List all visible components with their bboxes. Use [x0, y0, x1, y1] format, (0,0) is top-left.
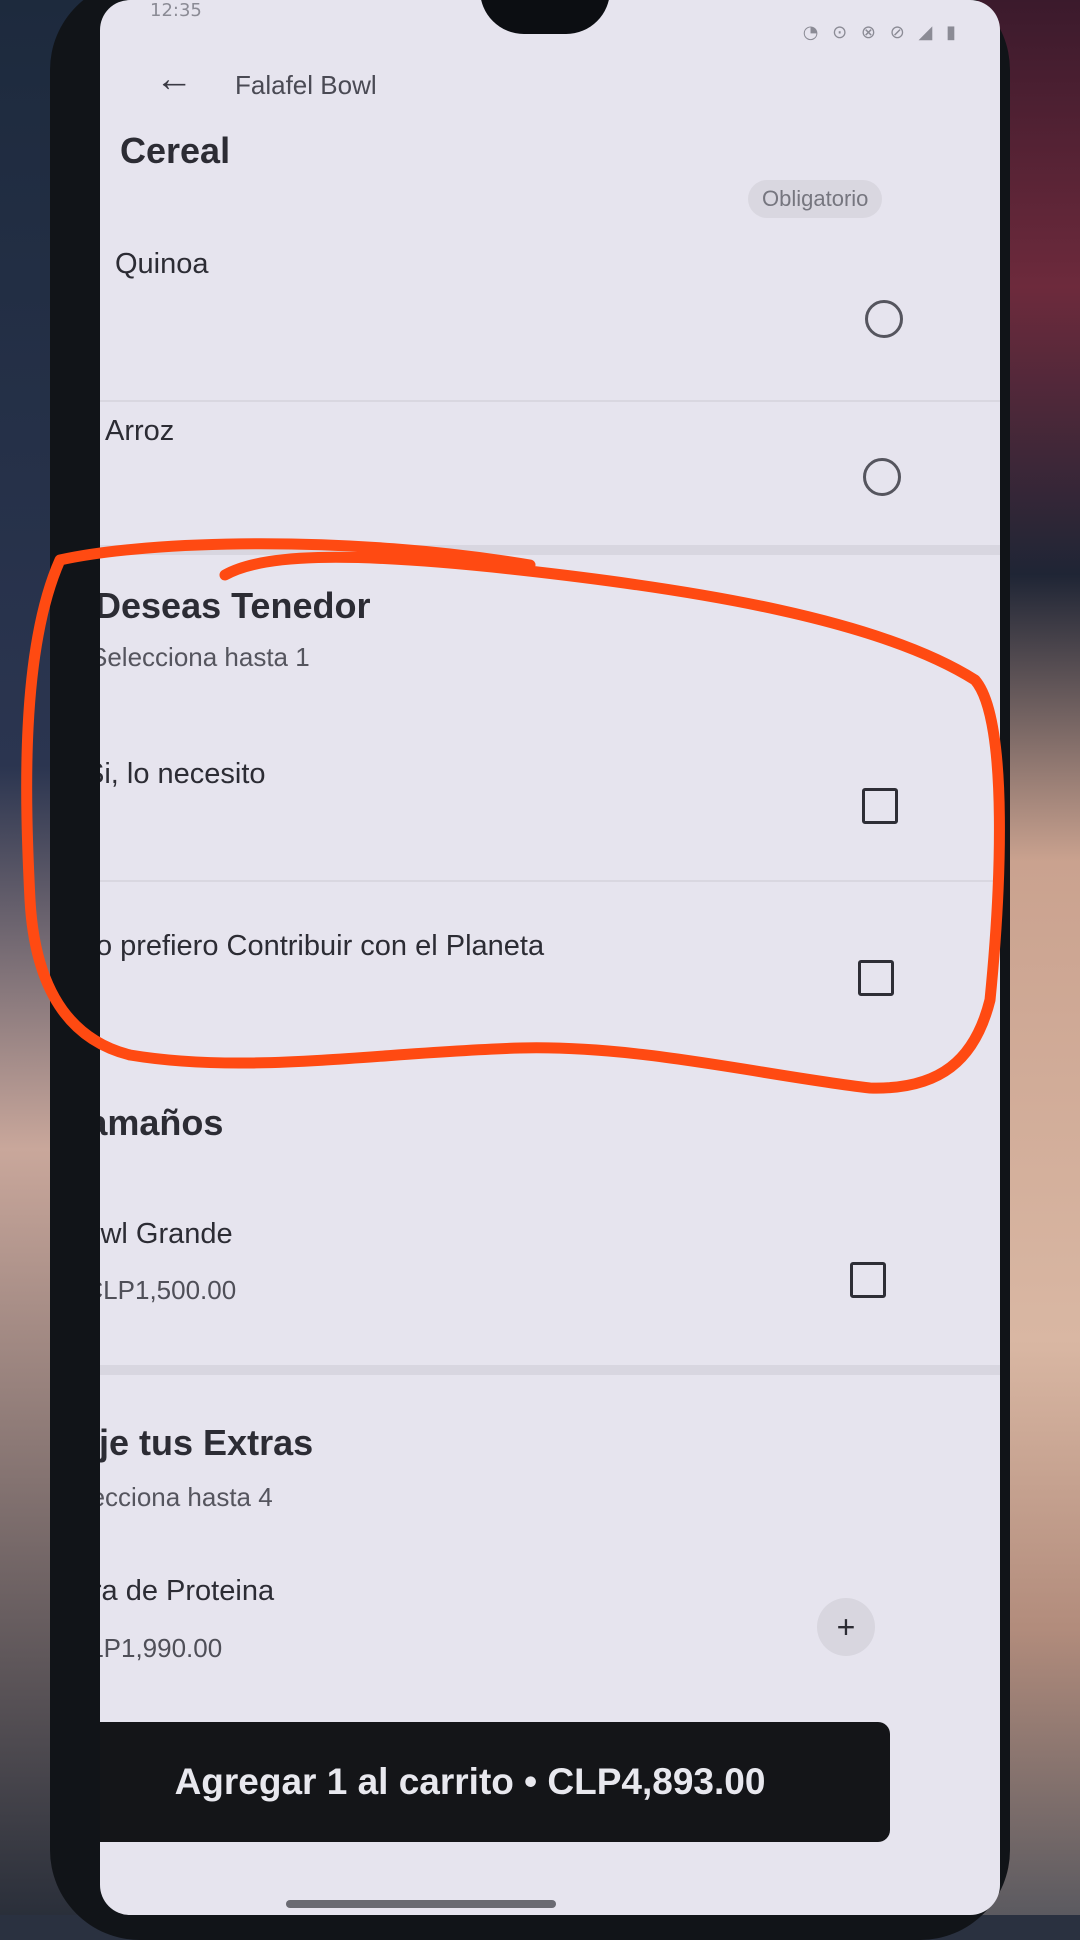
app-bar: ← Falafel Bowl	[100, 50, 1000, 120]
required-badge: Obligatorio	[748, 180, 883, 218]
home-indicator	[286, 1900, 556, 1908]
section-divider	[100, 1365, 1000, 1375]
radio-button[interactable]	[863, 458, 901, 496]
section-title: Cereal	[120, 130, 231, 171]
checkbox[interactable]	[850, 1262, 886, 1298]
checkbox[interactable]	[862, 788, 898, 824]
option-label: No prefiero Contribuir con el Planeta	[100, 930, 545, 962]
app-title: Falafel Bowl	[235, 70, 377, 100]
option-label: Extra de Proteina	[100, 1575, 275, 1607]
row-divider	[100, 400, 1000, 402]
section-title: Tamaños	[100, 1102, 224, 1143]
option-price: + CLP1,990.00	[100, 1633, 223, 1663]
radio-button[interactable]	[865, 300, 903, 338]
checkbox[interactable]	[858, 960, 894, 996]
section-title: Deseas Tenedor	[100, 585, 371, 626]
option-price: + CLP1,500.00	[100, 1275, 237, 1305]
option-label: Quinoa	[115, 248, 209, 280]
option-label: Bowl Grande	[100, 1218, 233, 1250]
status-icons: ◔ ⊙ ⊗ ⊘ ◢ ▮	[802, 22, 960, 43]
add-to-cart-button[interactable]: Agregar 1 al carrito • CLP4,893.00	[100, 1722, 890, 1842]
section-divider	[100, 545, 1000, 555]
back-arrow-icon[interactable]: ←	[155, 58, 193, 101]
row-divider	[100, 880, 1000, 882]
section-title: Elije tus Extras	[100, 1422, 314, 1463]
option-label: Arroz	[105, 415, 175, 447]
phone-screen: 12:35 ◔ ⊙ ⊗ ⊘ ◢ ▮ ← Falafel Bowl Cereal …	[100, 0, 1000, 1915]
add-extra-button[interactable]: +	[817, 1598, 875, 1656]
option-label: Si, lo necesito	[100, 758, 266, 790]
section-subtitle: Selecciona hasta 1	[100, 642, 310, 672]
status-time: 12:35	[150, 0, 202, 21]
section-subtitle: Selecciona hasta 4	[100, 1482, 273, 1512]
